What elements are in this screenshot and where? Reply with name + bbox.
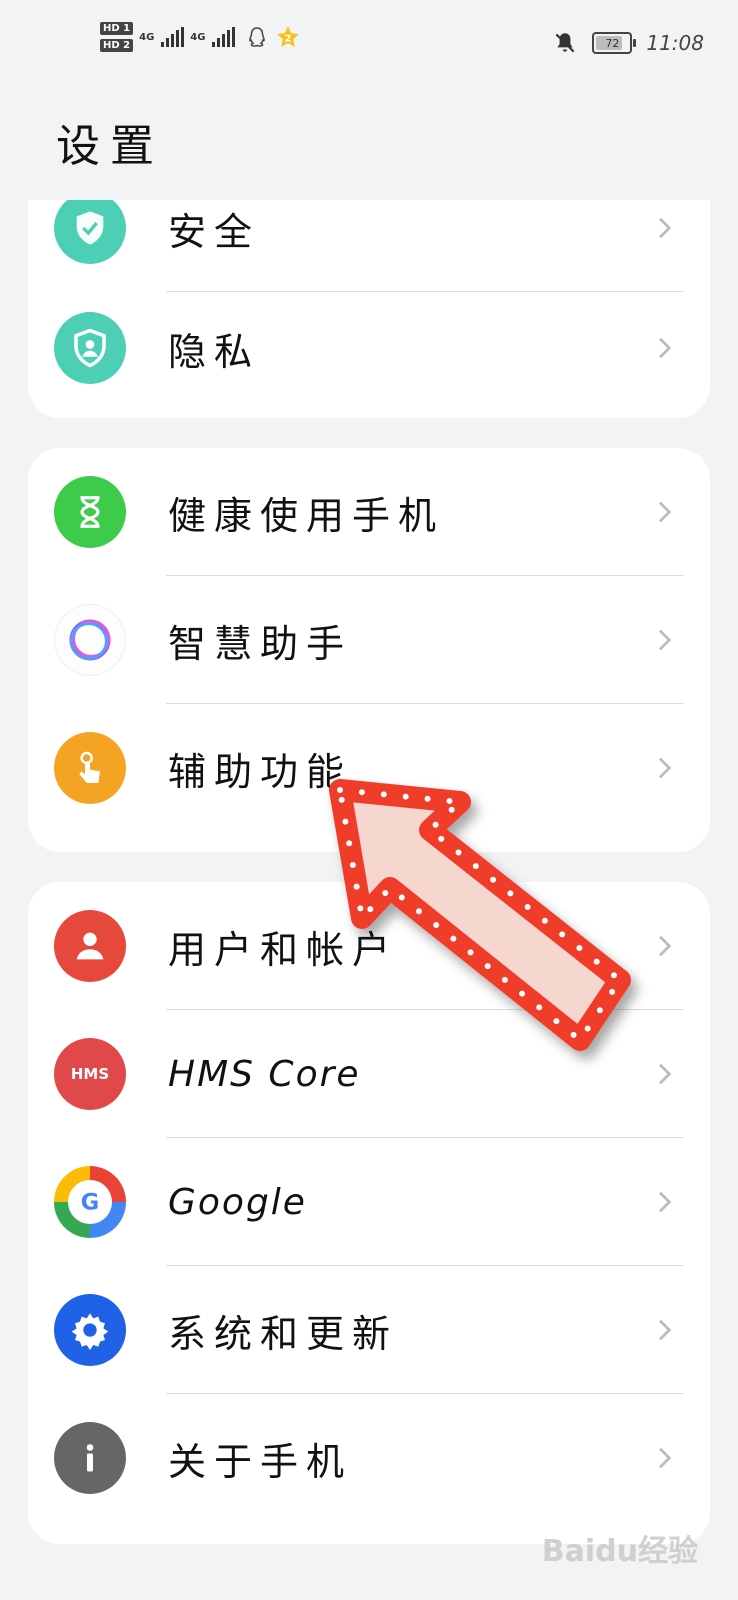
info-icon [54, 1422, 126, 1494]
gear-icon [54, 1294, 126, 1366]
mute-bell-icon [555, 33, 575, 53]
hms-icon: HMS [54, 1038, 126, 1110]
settings-item-privacy[interactable]: 隐私 [28, 284, 710, 412]
svg-text:2: 2 [285, 33, 292, 44]
battery-icon: 72 [592, 32, 637, 54]
chevron-right-icon [659, 337, 672, 359]
chevron-right-icon [659, 1191, 672, 1213]
qq-icon [249, 27, 266, 47]
settings-item-system-update[interactable]: 系统和更新 [28, 1266, 710, 1394]
sim-indicators: HD 1 HD 2 [100, 22, 134, 52]
chevron-right-icon [659, 1063, 672, 1085]
chevron-right-icon [659, 1319, 672, 1341]
chevron-right-icon [659, 757, 672, 779]
settings-item-label: 健康使用手机 [168, 493, 445, 538]
settings-item-label: 隐私 [168, 329, 261, 374]
svg-text:HMS: HMS [71, 1065, 109, 1083]
hd1-badge: HD 1 [100, 22, 134, 35]
status-bar: HD 1 HD 2 4G 4G 2 72 11:08 [0, 0, 738, 90]
network-type-2: 4G [190, 31, 206, 43]
battery-level: 72 [605, 36, 620, 50]
star-badge-icon: 2 [277, 26, 300, 47]
settings-item-label: Google [168, 1181, 307, 1223]
settings-item-digital-balance[interactable]: 健康使用手机 [28, 448, 710, 576]
chevron-right-icon [659, 501, 672, 523]
settings-item-security[interactable]: 安全 [28, 200, 710, 292]
hourglass-icon [54, 476, 126, 548]
privacy-shield-icon [54, 312, 126, 384]
status-left: HD 1 HD 2 4G 4G 2 [100, 22, 301, 52]
chevron-right-icon [659, 217, 672, 239]
settings-item-label: 关于手机 [168, 1439, 353, 1484]
assistant-ring-icon [54, 604, 126, 676]
signal-bars-2-icon [212, 27, 236, 47]
settings-item-about-phone[interactable]: 关于手机 [28, 1394, 710, 1522]
settings-item-label: 智慧助手 [168, 621, 353, 666]
watermark: Baidu经验 [541, 1534, 698, 1569]
user-icon [54, 910, 126, 982]
shield-check-icon [54, 200, 126, 264]
settings-item-google[interactable]: G Google [28, 1138, 710, 1266]
settings-group-security: 安全 隐私 [28, 200, 710, 418]
page-title: 设置 [56, 121, 164, 172]
hand-touch-icon [54, 732, 126, 804]
clock: 11:08 [646, 31, 704, 55]
signal-bars-1-icon [161, 27, 185, 47]
settings-item-label: 系统和更新 [168, 1311, 399, 1356]
chevron-right-icon [659, 1447, 672, 1469]
chevron-right-icon [659, 935, 672, 957]
annotation-arrow-icon [329, 779, 631, 1051]
network-type-1: 4G [139, 31, 155, 43]
settings-item-smart-assistant[interactable]: 智慧助手 [28, 576, 710, 704]
chevron-right-icon [659, 629, 672, 651]
hd2-badge: HD 2 [100, 39, 134, 52]
google-icon: G [54, 1166, 126, 1238]
svg-text:G: G [81, 1190, 99, 1216]
status-right: 72 11:08 [552, 30, 704, 56]
settings-item-label: 安全 [168, 209, 261, 254]
